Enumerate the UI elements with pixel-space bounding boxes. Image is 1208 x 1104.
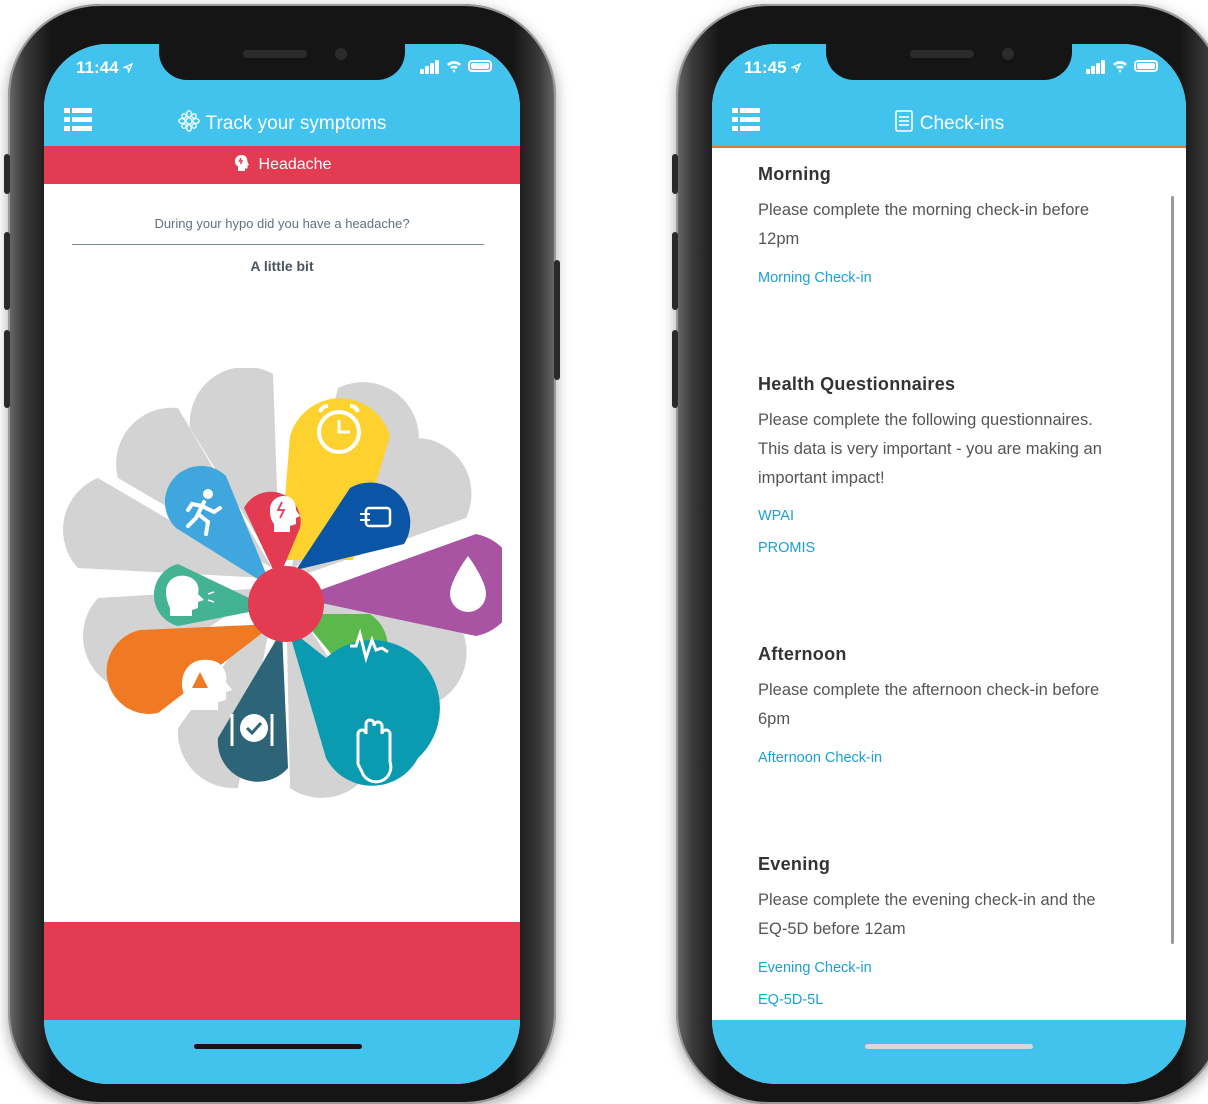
- scrollbar[interactable]: [1171, 196, 1174, 944]
- symptom-wheel[interactable]: [58, 368, 502, 798]
- wifi-icon: [1113, 61, 1127, 73]
- mute-switch: [672, 154, 678, 194]
- location-arrow-icon: [789, 62, 802, 75]
- morning-checkin-link[interactable]: Morning Check-in: [758, 270, 872, 286]
- wpai-link[interactable]: WPAI: [758, 508, 794, 524]
- checkins-screen: 11:45 Check-ins Morning Please complete …: [712, 44, 1186, 1084]
- volume-up-button: [672, 232, 678, 310]
- volume-up-button: [4, 232, 10, 310]
- afternoon-checkin-link[interactable]: Afternoon Check-in: [758, 750, 882, 766]
- answer-text: A little bit: [250, 258, 314, 274]
- page-title: Track your symptoms: [44, 110, 520, 135]
- section-title-afternoon: Afternoon: [758, 644, 847, 664]
- power-button: [554, 260, 560, 380]
- headache-icon: [234, 155, 249, 171]
- wifi-icon: [447, 61, 461, 73]
- flower-icon: [177, 110, 200, 132]
- divider: [72, 244, 484, 245]
- promis-link[interactable]: PROMIS: [758, 540, 815, 556]
- signal-icon: [420, 69, 424, 74]
- bottom-action-bar[interactable]: [44, 922, 520, 1020]
- notch: [159, 44, 405, 80]
- status-time: 11:44: [76, 58, 134, 78]
- section-title-evening: Evening: [758, 854, 831, 874]
- battery-icon: [1134, 60, 1158, 72]
- home-indicator[interactable]: [865, 1044, 1033, 1049]
- question-text: During your hypo did you have a headache…: [154, 216, 410, 231]
- bottom-bar: [44, 1020, 520, 1084]
- status-icons: [1086, 58, 1164, 76]
- home-indicator[interactable]: [194, 1044, 362, 1049]
- volume-down-button: [4, 330, 10, 408]
- symptom-screen: 11:44 Track your symptoms Headache Durin…: [44, 44, 520, 1084]
- page-title: Check-ins: [712, 110, 1186, 135]
- symptom-header: Headache: [44, 146, 520, 184]
- signal-icon: [1086, 69, 1090, 74]
- eq5d5l-link[interactable]: EQ-5D-5L: [758, 992, 823, 1008]
- bottom-bar: [712, 1020, 1186, 1084]
- section-title-morning: Morning: [758, 164, 832, 184]
- section-text-afternoon: Please complete the afternoon check-in b…: [758, 681, 1100, 728]
- mute-switch: [4, 154, 10, 194]
- volume-down-button: [672, 330, 678, 408]
- header-divider: [712, 146, 1186, 148]
- status-icons: [420, 58, 498, 76]
- evening-checkin-link[interactable]: Evening Check-in: [758, 960, 872, 976]
- battery-icon: [468, 60, 492, 72]
- section-text-health-questionnaires: Please complete the following questionna…: [758, 411, 1102, 487]
- status-time: 11:45: [744, 58, 802, 78]
- wheel-center[interactable]: [248, 566, 324, 642]
- phone-right: 11:45 Check-ins Morning Please complete …: [672, 4, 1208, 1104]
- phone-left: 11:44 Track your symptoms Headache Durin…: [4, 4, 560, 1104]
- section-title-health-questionnaires: Health Questionnaires: [758, 374, 956, 394]
- location-arrow-icon: [121, 62, 134, 75]
- notch: [826, 44, 1072, 80]
- section-text-evening: Please complete the evening check-in and…: [758, 891, 1096, 938]
- section-text-morning: Please complete the morning check-in bef…: [758, 201, 1090, 248]
- document-icon: [894, 110, 913, 132]
